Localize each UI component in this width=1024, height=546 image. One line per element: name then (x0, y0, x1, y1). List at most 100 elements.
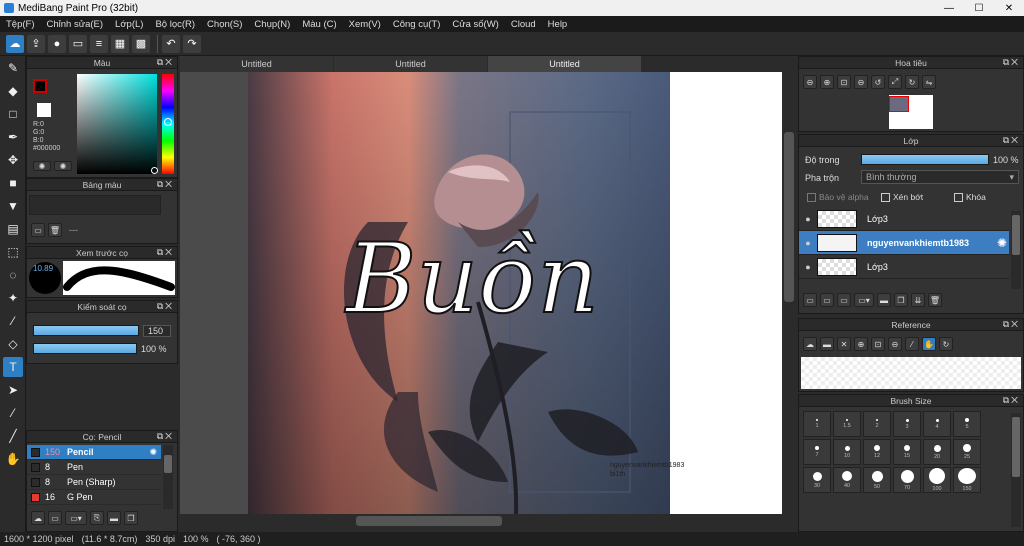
menu-file[interactable]: Tệp(F) (0, 19, 41, 30)
select-rect-icon[interactable]: ⬚ (3, 242, 23, 262)
upload-icon[interactable]: ⇪ (27, 34, 45, 53)
brush-size-slider[interactable] (33, 325, 139, 336)
comment-icon[interactable]: ● (48, 34, 66, 53)
open-folder-icon[interactable]: ▬ (820, 337, 834, 351)
zoom-out-icon[interactable]: ⊖ (803, 75, 817, 89)
menu-tools[interactable]: Công cụ(T) (387, 19, 447, 30)
rectangle-icon[interactable]: □ (3, 104, 23, 124)
tab-untitled-3[interactable]: Untitled (488, 56, 641, 72)
new-halftone-layer-icon[interactable]: ▭ (820, 293, 834, 307)
brush-size-cell[interactable]: 1 (803, 411, 831, 437)
new-8bit-layer-icon[interactable]: ▭ (837, 293, 851, 307)
add-layer-menu-icon[interactable]: ▭▾ (854, 293, 874, 307)
duplicate-layer-icon[interactable]: ❐ (894, 293, 908, 307)
rotate-right-icon[interactable]: ↻ (905, 75, 919, 89)
panel-controls-icon[interactable]: ⧉✕ (1003, 135, 1020, 146)
merge-layer-icon[interactable]: ⇊ (911, 293, 925, 307)
color-wheel-button[interactable]: ✺ (33, 161, 51, 171)
fill-rect-icon[interactable]: ■ (3, 173, 23, 193)
folder-icon[interactable]: ▬ (107, 511, 121, 525)
select-eraser-icon[interactable]: ◇ (3, 334, 23, 354)
menu-view[interactable]: Xem(V) (343, 19, 387, 30)
new-layer-icon[interactable]: ▭ (803, 293, 817, 307)
brush-size-cell[interactable]: 100 (923, 467, 951, 493)
brush-size-cell[interactable]: 3 (893, 411, 921, 437)
saturation-value-picker[interactable] (77, 74, 157, 174)
eyedropper-icon[interactable]: ⁄ (905, 337, 919, 351)
clipping-checkbox[interactable] (881, 193, 890, 203)
brush-item-pen-sharp[interactable]: 8 Pen (Sharp) (27, 475, 161, 490)
canvas-area[interactable]: Buồn nguyenvankhiemtb1983 bi1th (180, 72, 782, 514)
operation-icon[interactable]: ➤ (3, 380, 23, 400)
menu-layer[interactable]: Lớp(L) (109, 19, 149, 30)
fit-icon[interactable]: ⊡ (871, 337, 885, 351)
delete-layer-icon[interactable]: 🗑 (928, 293, 942, 307)
panel-controls-icon[interactable]: ⧉✕ (157, 57, 174, 68)
cloud-icon[interactable]: ☁ (6, 34, 24, 53)
gear-icon[interactable]: ✺ (149, 447, 157, 458)
brush-item-pen[interactable]: 8 Pen (27, 460, 161, 475)
eye-icon[interactable]: ● (799, 214, 817, 224)
brush-size-cell[interactable]: 2 (863, 411, 891, 437)
reference-view[interactable] (801, 357, 1021, 389)
panel-controls-icon[interactable]: ⧉✕ (157, 247, 174, 258)
brush-size-cell[interactable]: 1.5 (833, 411, 861, 437)
flip-icon[interactable]: ⇋ (922, 75, 936, 89)
close-window-button[interactable]: ✕ (994, 3, 1024, 14)
canvas-horizontal-scrollbar[interactable] (180, 514, 782, 528)
brush-size-cell[interactable]: 30 (803, 467, 831, 493)
layer-folder-icon[interactable]: ▬ (877, 293, 891, 307)
panel-controls-icon[interactable]: ⧉✕ (1003, 319, 1020, 330)
dropper2-icon[interactable]: ╱ (3, 426, 23, 446)
lock-checkbox[interactable] (954, 193, 963, 203)
brush-size-value[interactable]: 150 (143, 325, 171, 337)
protect-alpha-checkbox[interactable] (807, 193, 816, 203)
move-icon[interactable]: ✥ (3, 150, 23, 170)
brush-size-cell[interactable]: 10 (833, 439, 861, 465)
eye-icon[interactable]: ● (799, 238, 817, 248)
menu-edit[interactable]: Chỉnh sửa(E) (41, 19, 110, 30)
brush-size-cell[interactable]: 50 (863, 467, 891, 493)
minimize-button[interactable]: — (934, 3, 964, 14)
brush-icon[interactable]: ✎ (3, 58, 23, 78)
maximize-button[interactable]: ☐ (964, 3, 994, 14)
menu-color[interactable]: Màu (C) (296, 19, 342, 30)
rotate-icon[interactable]: ↻ (939, 337, 953, 351)
brush-size-cell[interactable]: 25 (953, 439, 981, 465)
foreground-color-swatch[interactable] (33, 79, 47, 93)
panel-controls-icon[interactable]: ⧉✕ (157, 301, 174, 312)
brush-size-cell[interactable]: 15 (893, 439, 921, 465)
menu-snap[interactable]: Chụp(N) (248, 19, 296, 30)
gradient-icon[interactable]: ▤ (3, 219, 23, 239)
zoom-out-icon[interactable]: ⊖ (888, 337, 902, 351)
grid2-icon[interactable]: ▩ (132, 34, 150, 53)
cloud-icon[interactable]: ☁ (803, 337, 817, 351)
menu-cloud[interactable]: Cloud (505, 19, 542, 30)
bucket-icon[interactable]: ▼ (3, 196, 23, 216)
hand-icon[interactable]: ✋ (922, 337, 936, 351)
layer-list-scrollbar[interactable] (1011, 211, 1021, 289)
text-icon[interactable]: T (3, 357, 23, 377)
panel-controls-icon[interactable]: ⧉✕ (157, 179, 174, 190)
cloud-brush-icon[interactable]: ☁ (31, 511, 45, 525)
panel-controls-icon[interactable]: ⧉✕ (1003, 57, 1020, 68)
palette-area[interactable] (29, 195, 161, 215)
close-icon[interactable]: ✕ (837, 337, 851, 351)
zoom-in-icon[interactable]: ⊕ (854, 337, 868, 351)
brush-size-cell[interactable]: 70 (893, 467, 921, 493)
fullscreen-icon[interactable]: ⤢ (888, 75, 902, 89)
hand-icon[interactable]: ✋ (3, 449, 23, 469)
duplicate-icon[interactable]: ❐ (124, 511, 138, 525)
color-slider-button[interactable]: ✺ (54, 161, 72, 171)
brush-size-cell[interactable]: 7 (803, 439, 831, 465)
protect-alpha-option[interactable]: Bảo vệ alpha (807, 192, 869, 203)
add-brush-icon[interactable]: ▭▾ (65, 511, 87, 525)
blend-mode-select[interactable]: Bình thường ▾ (861, 170, 1019, 184)
brush-item-pencil[interactable]: 150 Pencil ✺ (27, 445, 161, 460)
tab-untitled-2[interactable]: Untitled (334, 56, 487, 72)
page-list-icon[interactable]: ≡ (90, 34, 108, 53)
brush-size-cell[interactable]: 150 (953, 467, 981, 493)
brush-size-scrollbar[interactable] (1011, 413, 1021, 527)
brush-size-cell[interactable]: 20 (923, 439, 951, 465)
delete-palette-icon[interactable]: 🗑 (48, 223, 62, 237)
